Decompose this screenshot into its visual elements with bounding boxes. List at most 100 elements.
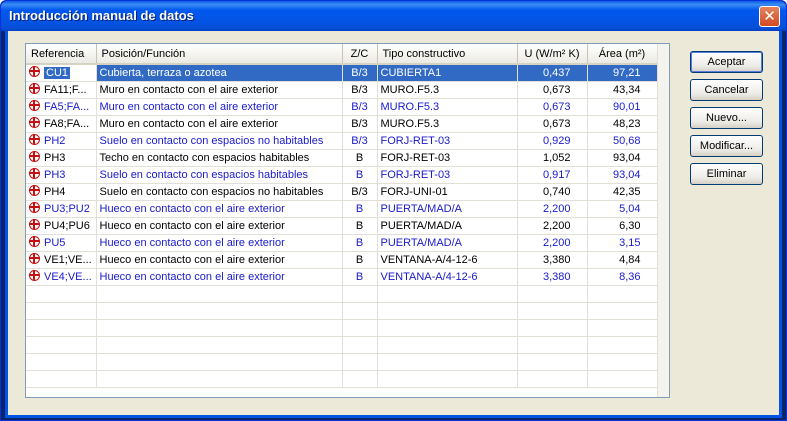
referencia-text: FA11;F... (44, 84, 87, 96)
cell-zc: B (342, 217, 378, 235)
element-icon (29, 185, 40, 196)
modify-button[interactable]: Modificar... (690, 135, 763, 157)
cell-posicion: Hueco en contacto con el aire exterior (96, 251, 343, 269)
cell-tipo: MURO.F5.3 (377, 81, 518, 99)
cell-u: 0,740 (517, 183, 588, 201)
table-row[interactable]: VE4;VE... Hueco en contacto con el aire e… (26, 268, 658, 286)
cell-zc: B (342, 149, 378, 167)
cancel-button[interactable]: Cancelar (690, 79, 763, 101)
cell-posicion: Muro en contacto con el aire exterior (96, 115, 343, 133)
elements-list[interactable]: Referencia Posición/Función Z/C Tipo con… (25, 43, 670, 398)
cell-posicion: Muro en contacto con el aire exterior (96, 98, 343, 116)
table-row[interactable]: PH2 Suelo en contacto con espacios no hab… (26, 132, 658, 150)
cell-area: 97,21 (587, 64, 658, 82)
column-header-tipo[interactable]: Tipo constructivo (377, 44, 518, 65)
cell-referencia[interactable]: PH3 (26, 166, 97, 184)
cell-referencia[interactable]: PH3 (26, 149, 97, 167)
elements-table: Referencia Posición/Función Z/C Tipo con… (26, 44, 658, 388)
cell-area: 6,30 (587, 217, 658, 235)
cell-u: 0,673 (517, 115, 588, 133)
cell-area: 48,23 (587, 115, 658, 133)
cell-area: 5,04 (587, 200, 658, 218)
cell-u: 2,200 (517, 234, 588, 252)
cell-posicion: Techo en contacto con espacios habitable… (96, 149, 343, 167)
table-row[interactable]: PH4 Suelo en contacto con espacios no hab… (26, 183, 658, 201)
cell-zc: B/3 (342, 64, 378, 82)
cell-tipo: PUERTA/MAD/A (377, 217, 518, 235)
referencia-text: PH3 (44, 152, 66, 164)
cell-area: 4,84 (587, 251, 658, 269)
referencia-text: PU5 (44, 237, 66, 249)
cell-posicion: Cubierta, terraza o azotea (96, 64, 343, 82)
cell-tipo: MURO.F5.3 (377, 98, 518, 116)
cell-tipo: CUBIERTA1 (377, 64, 518, 82)
cell-u: 3,380 (517, 268, 588, 286)
element-icon (29, 236, 40, 247)
cell-referencia[interactable]: PU4;PU6 (26, 217, 97, 235)
element-icon (29, 83, 40, 94)
cell-area: 50,68 (587, 132, 658, 150)
element-icon (29, 134, 40, 145)
column-header-zc[interactable]: Z/C (342, 44, 378, 65)
cell-zc: B/3 (342, 81, 378, 99)
cell-referencia[interactable]: VE4;VE... (26, 268, 97, 286)
column-header-u[interactable]: U (W/m² K) (517, 44, 588, 65)
cell-referencia[interactable]: PU5 (26, 234, 97, 252)
cell-u: 1,052 (517, 149, 588, 167)
table-row[interactable]: FA5;FA... Muro en contacto con el aire ex… (26, 98, 658, 116)
table-row[interactable]: FA8;FA... Muro en contacto con el aire ex… (26, 115, 658, 133)
empty-row (26, 319, 658, 337)
accept-button[interactable]: Aceptar (690, 51, 763, 73)
cell-referencia[interactable]: PH2 (26, 132, 97, 150)
cell-referencia[interactable]: FA8;FA... (26, 115, 97, 133)
table-row[interactable]: PU3;PU2 Hueco en contacto con el aire ext… (26, 200, 658, 218)
cell-u: 3,380 (517, 251, 588, 269)
referencia-text: FA5;FA... (44, 101, 90, 113)
referencia-text: VE4;VE... (44, 271, 92, 283)
cell-u: 0,437 (517, 64, 588, 82)
referencia-text: PU4;PU6 (44, 220, 90, 232)
element-icon (29, 253, 40, 264)
cell-posicion: Suelo en contacto con espacios no habita… (96, 132, 343, 150)
table-row[interactable]: PU5 Hueco en contacto con el aire exterio… (26, 234, 658, 252)
vertical-scrollbar[interactable] (657, 44, 669, 397)
column-header-area[interactable]: Área (m²) (587, 44, 658, 65)
element-icon (29, 151, 40, 162)
cell-referencia[interactable]: CU1 (26, 64, 97, 82)
cell-area: 42,35 (587, 183, 658, 201)
table-row[interactable]: FA11;F... Muro en contacto con el aire ex… (26, 81, 658, 99)
element-icon (29, 270, 40, 281)
cell-tipo: VENTANA-A/4-12-6 (377, 268, 518, 286)
table-row[interactable]: PU4;PU6 Hueco en contacto con el aire ext… (26, 217, 658, 235)
cell-zc: B (342, 200, 378, 218)
close-button[interactable]: ✕ (759, 6, 780, 27)
cell-posicion: Hueco en contacto con el aire exterior (96, 217, 343, 235)
cell-zc: B (342, 251, 378, 269)
cell-area: 3,15 (587, 234, 658, 252)
column-header-posicion[interactable]: Posición/Función (96, 44, 343, 65)
element-icon (29, 100, 40, 111)
column-header-referencia[interactable]: Referencia (26, 44, 97, 65)
new-button[interactable]: Nuevo... (690, 107, 763, 129)
cell-tipo: PUERTA/MAD/A (377, 234, 518, 252)
cell-zc: B/3 (342, 132, 378, 150)
cell-posicion: Suelo en contacto con espacios habitable… (96, 166, 343, 184)
table-row[interactable]: VE1;VE... Hueco en contacto con el aire e… (26, 251, 658, 269)
cell-referencia[interactable]: FA5;FA... (26, 98, 97, 116)
cell-referencia[interactable]: PH4 (26, 183, 97, 201)
cell-tipo: FORJ-RET-03 (377, 166, 518, 184)
table-row[interactable]: PH3 Techo en contacto con espacios habita… (26, 149, 658, 167)
cell-referencia[interactable]: FA11;F... (26, 81, 97, 99)
cell-area: 90,01 (587, 98, 658, 116)
element-icon (29, 66, 40, 78)
cell-posicion: Hueco en contacto con el aire exterior (96, 234, 343, 252)
title-bar[interactable]: Introducción manual de datos ✕ (1, 1, 786, 31)
cell-referencia[interactable]: VE1;VE... (26, 251, 97, 269)
delete-button[interactable]: Eliminar (690, 163, 763, 185)
table-row[interactable]: CU1 Cubierta, terraza o azotea B/3 CUBIERTA… (26, 64, 658, 82)
cell-referencia[interactable]: PU3;PU2 (26, 200, 97, 218)
referencia-text: FA8;FA... (44, 118, 90, 130)
table-row[interactable]: PH3 Suelo en contacto con espacios habita… (26, 166, 658, 184)
cell-tipo: PUERTA/MAD/A (377, 200, 518, 218)
cell-u: 0,929 (517, 132, 588, 150)
